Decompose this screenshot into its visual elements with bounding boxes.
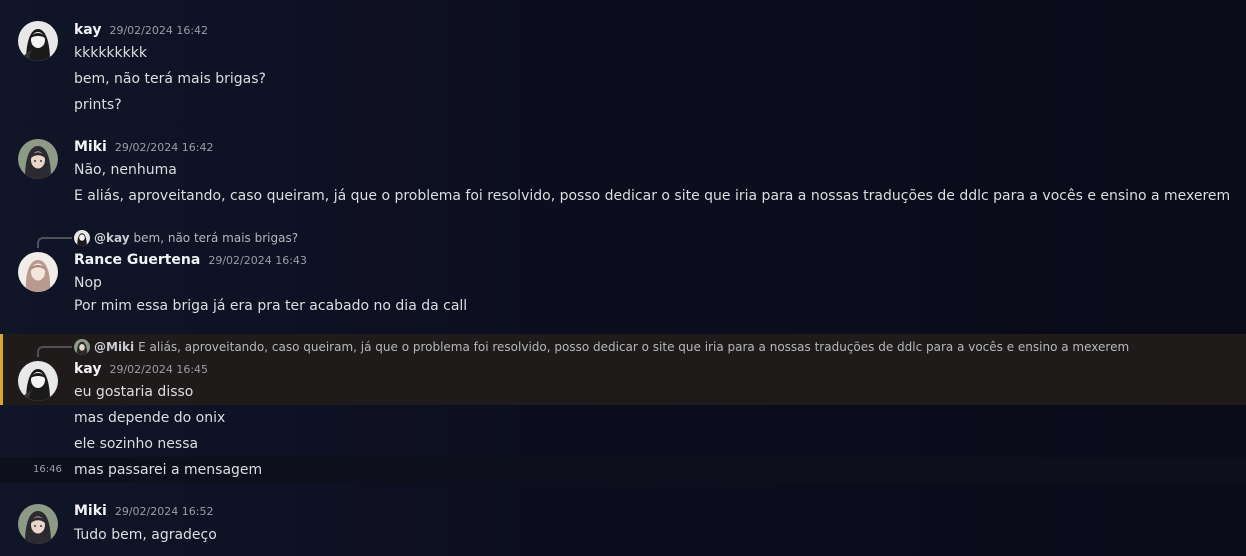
message-text: prints? [74, 97, 122, 113]
timestamp: 29/02/2024 16:42 [109, 24, 209, 37]
reply-avatar-icon [74, 230, 90, 246]
username[interactable]: kay [74, 22, 101, 38]
reply-avatar-icon [74, 339, 90, 355]
timestamp: 29/02/2024 16:43 [208, 254, 307, 267]
message-text: eu gostaria disso [74, 384, 194, 400]
message-text: kkkkkkkkk [74, 45, 147, 61]
message-text: bem, não terá mais brigas? [74, 71, 266, 87]
message-header: kay 29/02/2024 16:45 [74, 361, 208, 381]
reply-reference[interactable]: @Miki E aliás, aproveitando, caso queiram… [0, 338, 1246, 357]
reply-snippet: bem, não terá mais brigas? [133, 231, 299, 245]
avatar-rance-guertena[interactable] [18, 252, 58, 292]
reply-spine [37, 237, 72, 248]
message-text: ele sozinho nessa [74, 436, 199, 452]
message-text: Não, nenhuma [74, 162, 177, 178]
chat-messages: kay 29/02/2024 16:42 kkkkkkkkk bem, não … [0, 0, 1246, 556]
reply-username[interactable]: @Miki [94, 340, 134, 354]
message-header: Rance Guertena 29/02/2024 16:43 [74, 252, 307, 272]
timestamp: 29/02/2024 16:52 [114, 505, 214, 518]
message-text: Por mim essa briga já era pra ter acabad… [74, 298, 468, 314]
message-text: Tudo bem, agradeço [74, 527, 217, 543]
hover-timestamp: 16:46 [33, 464, 62, 475]
message-text: Nop [74, 275, 102, 291]
avatar-miki[interactable] [18, 504, 58, 544]
timestamp: 29/02/2024 16:45 [109, 363, 209, 376]
username[interactable]: Miki [74, 139, 107, 155]
reply-snippet: E aliás, aproveitando, caso queiram, já … [138, 340, 1130, 354]
reply-spine [37, 346, 72, 357]
reply-reference[interactable]: @kay bem, não terá mais brigas? [0, 229, 1246, 248]
message-header: Miki 29/02/2024 16:52 [74, 503, 213, 523]
username[interactable]: kay [74, 361, 101, 377]
username[interactable]: Rance Guertena [74, 252, 200, 268]
timestamp: 29/02/2024 16:42 [114, 141, 214, 154]
message-text: mas passarei a mensagem [74, 462, 263, 478]
avatar-kay[interactable] [18, 21, 58, 61]
avatar-miki[interactable] [18, 139, 58, 179]
username[interactable]: Miki [74, 503, 107, 519]
message-header: Miki 29/02/2024 16:42 [74, 139, 213, 159]
avatar-kay[interactable] [18, 361, 58, 401]
message-header: kay 29/02/2024 16:42 [74, 22, 208, 42]
reply-username[interactable]: @kay [94, 231, 130, 245]
message-text: mas depende do onix [74, 410, 226, 426]
message-text: E aliás, aproveitando, caso queiram, já … [74, 188, 1231, 204]
